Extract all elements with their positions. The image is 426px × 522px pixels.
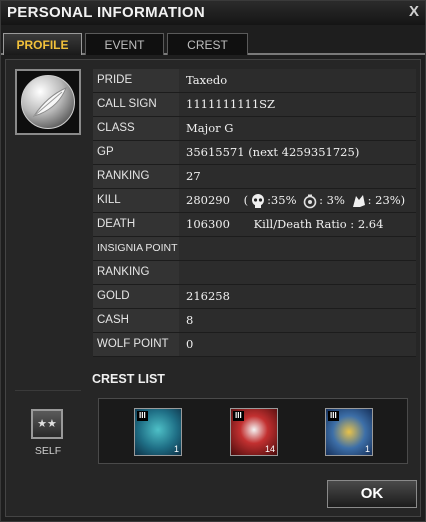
kill-total: 280290 bbox=[186, 193, 230, 207]
row-label: DEATH bbox=[93, 213, 179, 236]
crest-count: 1 bbox=[173, 444, 179, 454]
death-total: 106300 bbox=[186, 217, 230, 231]
row-value: 35615571 (next 4259351725) bbox=[179, 141, 416, 164]
row-value: 8 bbox=[179, 309, 416, 332]
medic-crest-icon[interactable]: III 14 bbox=[230, 408, 278, 456]
row-label: WOLF POINT bbox=[93, 333, 179, 356]
row-death: DEATH 106300 Kill/Death Ratio : 2.64 bbox=[93, 213, 416, 237]
crest-list-title: CREST LIST bbox=[92, 372, 165, 386]
row-label: KILL bbox=[93, 189, 179, 212]
row-value bbox=[179, 261, 416, 284]
grenade-icon bbox=[303, 194, 317, 209]
row-call-sign: CALL SIGN 1111111111SZ bbox=[93, 93, 416, 117]
row-value: Major G bbox=[179, 117, 416, 140]
grenade-percent: : 3% bbox=[319, 193, 345, 207]
profile-panel: PRIDE Taxedo CALL SIGN 1111111111SZ CLAS… bbox=[5, 59, 421, 517]
window-title: PERSONAL INFORMATION bbox=[7, 4, 205, 21]
row-gold: GOLD 216258 bbox=[93, 285, 416, 309]
grenade-crest-icon[interactable]: III 1 bbox=[325, 408, 373, 456]
row-label: GOLD bbox=[93, 285, 179, 308]
kill-open-paren: ( bbox=[243, 193, 249, 207]
row-value-death: 106300 Kill/Death Ratio : 2.64 bbox=[179, 213, 416, 236]
personal-info-window: PERSONAL INFORMATION X PROFILE EVENT CRE… bbox=[0, 0, 426, 522]
tab-bar: PROFILE EVENT CREST bbox=[1, 31, 425, 55]
feather-emblem-icon bbox=[21, 75, 75, 129]
row-ranking: RANKING 27 bbox=[93, 165, 416, 189]
ok-button[interactable]: OK bbox=[327, 480, 417, 508]
row-label: RANKING bbox=[93, 261, 179, 284]
crest-list-panel: III 1 III 14 III 1 bbox=[98, 398, 408, 464]
wolf-icon bbox=[352, 195, 365, 207]
title-bar: PERSONAL INFORMATION X bbox=[1, 1, 425, 25]
kill-death-ratio: Kill/Death Ratio : 2.64 bbox=[253, 217, 384, 231]
self-crest-slot: ★★ SELF bbox=[15, 390, 81, 460]
row-value: 216258 bbox=[179, 285, 416, 308]
row-kill: KILL 280290 ( :35% : 3% : 23%) bbox=[93, 189, 416, 213]
crest-tier: III bbox=[233, 411, 244, 421]
row-label: INSIGNIA POINT bbox=[93, 237, 179, 260]
crest-tier: III bbox=[328, 411, 339, 421]
skull-icon bbox=[252, 194, 265, 208]
row-value: 0 bbox=[179, 333, 416, 356]
skull-percent: :35% bbox=[267, 193, 297, 207]
row-insignia-ranking: RANKING bbox=[93, 261, 416, 285]
tab-event[interactable]: EVENT bbox=[85, 33, 164, 55]
row-label: PRIDE bbox=[93, 69, 179, 92]
self-rank-icon[interactable]: ★★ bbox=[31, 409, 63, 439]
row-label: CLASS bbox=[93, 117, 179, 140]
row-gp: GP 35615571 (next 4259351725) bbox=[93, 141, 416, 165]
row-value bbox=[179, 237, 416, 260]
crest-tier: III bbox=[137, 411, 148, 421]
row-label: GP bbox=[93, 141, 179, 164]
tab-profile[interactable]: PROFILE bbox=[3, 33, 82, 55]
wolf-crest-icon[interactable]: III 1 bbox=[134, 408, 182, 456]
crest-count: 14 bbox=[264, 444, 275, 454]
self-label: SELF bbox=[34, 445, 62, 457]
info-table: PRIDE Taxedo CALL SIGN 1111111111SZ CLAS… bbox=[93, 69, 416, 357]
row-class: CLASS Major G bbox=[93, 117, 416, 141]
row-label: CALL SIGN bbox=[93, 93, 179, 116]
crest-count: 1 bbox=[364, 444, 370, 454]
row-insignia-point: INSIGNIA POINT bbox=[93, 237, 416, 261]
row-pride: PRIDE Taxedo bbox=[93, 69, 416, 93]
wolf-percent: : 23%) bbox=[367, 193, 406, 207]
avatar bbox=[15, 69, 81, 135]
row-value-kill: 280290 ( :35% : 3% : 23%) bbox=[179, 189, 416, 212]
tab-crest[interactable]: CREST bbox=[167, 33, 248, 55]
close-icon[interactable]: X bbox=[409, 3, 419, 20]
row-value: 27 bbox=[179, 165, 416, 188]
row-label: CASH bbox=[93, 309, 179, 332]
row-value: 1111111111SZ bbox=[179, 93, 416, 116]
row-wolf-point: WOLF POINT 0 bbox=[93, 333, 416, 357]
row-cash: CASH 8 bbox=[93, 309, 416, 333]
row-label: RANKING bbox=[93, 165, 179, 188]
row-value: Taxedo bbox=[179, 69, 416, 92]
